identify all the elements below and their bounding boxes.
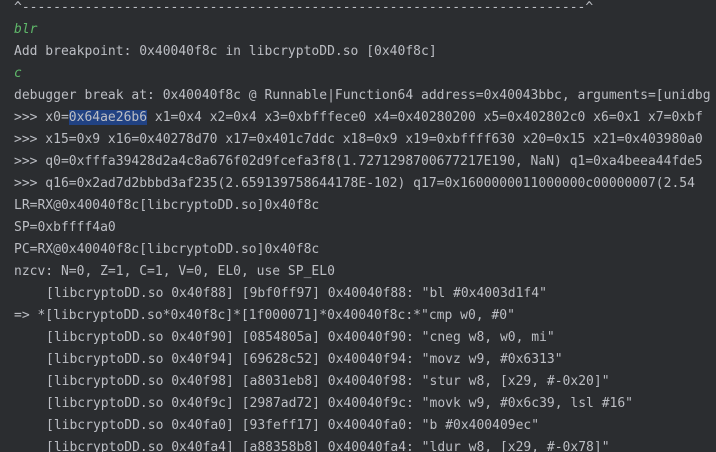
command-blr: blr	[14, 22, 38, 37]
disasm-line: [libcryptoDD.so 0x40f9c] [2987ad72] 0x40…	[46, 396, 633, 411]
sp-line: SP=0xbffff4a0	[14, 220, 116, 235]
command-continue: c	[14, 66, 22, 81]
disasm-line: [libcryptoDD.so 0x40f88] [9bf0ff97] 0x40…	[46, 286, 547, 301]
registers-line-x0: >>> x0=0x64ae26b6 x1=0x4 x2=0x4 x3=0xbff…	[0, 107, 716, 129]
disasm-line: [libcryptoDD.so 0x40fa0] [93feff17] 0x40…	[46, 418, 540, 433]
debug-console-output[interactable]: ^---------------------------------------…	[0, 0, 716, 452]
disasm-line: [libcryptoDD.so 0x40f90] [0854805a] 0x40…	[46, 330, 555, 345]
registers-line-q16: >>> q16=0x2ad7d2bbbd3af235(2.65913975864…	[14, 176, 695, 191]
separator-line: ^---------------------------------------…	[14, 0, 594, 15]
lr-line: LR=RX@0x40040f8c[libcryptoDD.so]0x40f8c	[14, 198, 320, 213]
disasm-line: [libcryptoDD.so 0x40f98] [a8031eb8] 0x40…	[46, 374, 610, 389]
registers-rest: x1=0x4 x2=0x4 x3=0xbfffece0 x4=0x4028020…	[147, 110, 703, 125]
break-info-line: debugger break at: 0x40040f8c @ Runnable…	[14, 88, 711, 103]
registers-prefix: >>> x0=	[14, 110, 69, 125]
pc-line: PC=RX@0x40040f8c[libcryptoDD.so]0x40f8c	[14, 242, 320, 257]
disasm-line: [libcryptoDD.so 0x40fa4] [a88358b8] 0x40…	[46, 440, 610, 452]
registers-line-q0: >>> q0=0xfffa39428d2a4c8a676f02d9fcefa3f…	[14, 154, 703, 169]
disasm-line-current: => *[libcryptoDD.so*0x40f8c]*[1f000071]*…	[14, 308, 515, 323]
registers-line-x15: >>> x15=0x9 x16=0x40278d70 x17=0x401c7dd…	[14, 132, 703, 147]
disasm-line: [libcryptoDD.so 0x40f94] [69628c52] 0x40…	[46, 352, 563, 367]
nzcv-line: nzcv: N=0, Z=1, C=1, V=0, EL0, use SP_EL…	[14, 264, 335, 279]
selected-text-x0-value[interactable]: 0x64ae26b6	[68, 110, 148, 125]
breakpoint-added-line: Add breakpoint: 0x40040f8c in libcryptoD…	[14, 44, 437, 59]
